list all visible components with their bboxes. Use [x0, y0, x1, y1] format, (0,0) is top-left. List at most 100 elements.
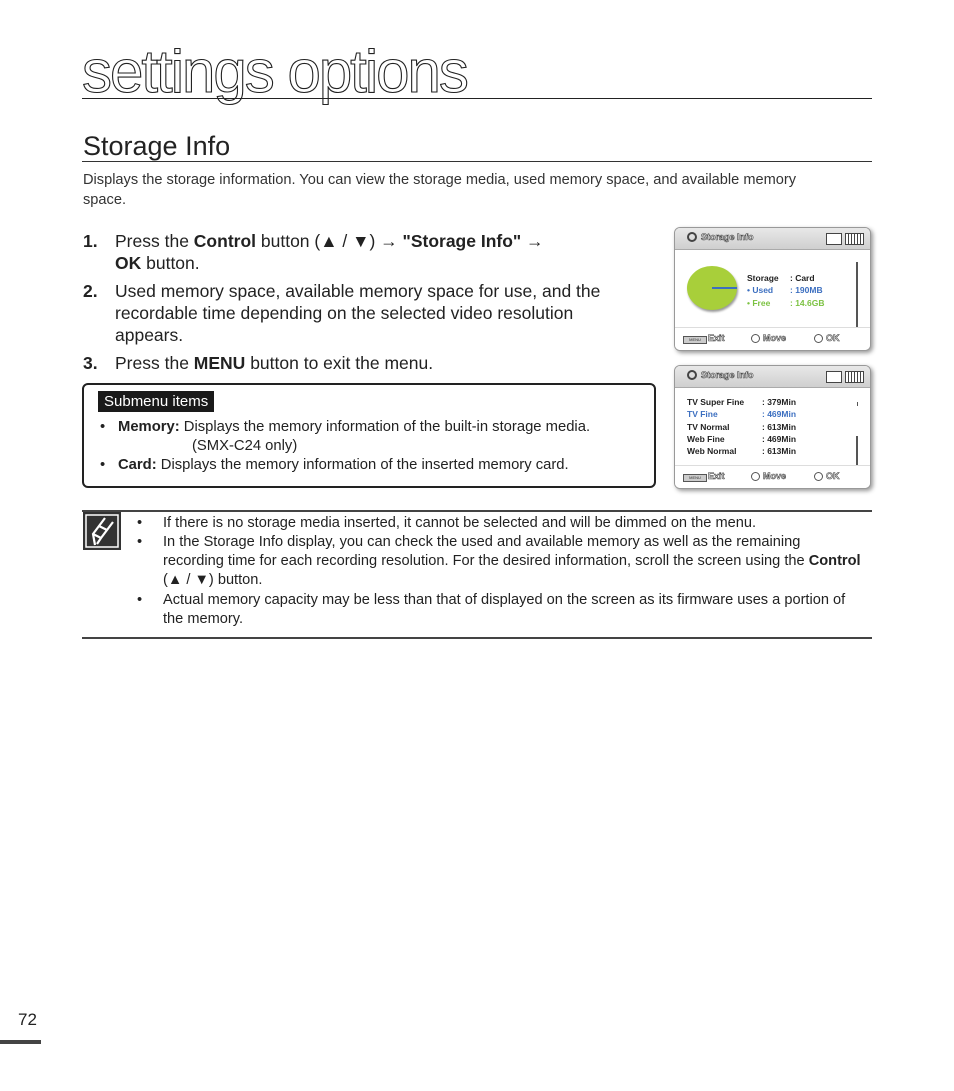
move-label: Move	[763, 333, 787, 344]
pie-used-slice	[712, 287, 737, 289]
note-pencil-icon	[83, 512, 121, 550]
lcd-storage-card: Storage Info Storage : Card • Used : 190MB…	[674, 227, 871, 351]
step-text-part: button (▲ / ▼) →	[256, 231, 403, 251]
step-line: recordable time depending on the selecte…	[115, 303, 574, 323]
section-rule	[82, 161, 872, 162]
note-item: • Actual memory capacity may be less tha…	[137, 591, 857, 631]
step-text-part: Press the	[115, 353, 194, 373]
ok-label: OK	[826, 333, 840, 344]
lcd-header: Storage Info	[675, 228, 870, 250]
lcd-footer: MENU Exit Move OK	[675, 465, 870, 488]
control-move-icon	[751, 472, 760, 481]
exit-label: Exit	[708, 333, 725, 344]
step-1: 1. Press the Control button (▲ / ▼) → "S…	[83, 230, 643, 274]
move-label: Move	[763, 471, 787, 482]
note-item: • In the Storage Info display, you can c…	[137, 533, 861, 591]
submenu-item-card: • Card: Displays the memory information …	[100, 456, 640, 475]
row-label: • Used	[747, 285, 774, 295]
battery-icon	[845, 233, 864, 245]
step-2: 2. Used memory space, available memory s…	[83, 280, 663, 346]
control-move-icon	[751, 334, 760, 343]
lcd-row-storage: Storage : Card	[747, 273, 815, 283]
step-text-bold: Control	[193, 231, 257, 251]
lcd-header: Storage Info	[675, 366, 870, 388]
note-text: Actual memory capacity may be less than …	[163, 592, 846, 628]
row-label: TV Fine	[687, 409, 718, 419]
bullet: •	[137, 534, 143, 550]
page-number: 72	[18, 1010, 37, 1029]
submenu-item-text: Displays the memory information of the i…	[156, 457, 569, 473]
storage-pie-chart	[687, 266, 737, 310]
row-value: : 469Min	[762, 409, 797, 419]
step-text: Press the MENU button to exit the menu.	[115, 352, 433, 374]
bullet: •	[100, 457, 106, 473]
lcd-row-used: • Used : 190MB	[747, 285, 823, 295]
row-value: : Card	[790, 273, 815, 283]
bullet: •	[100, 419, 106, 435]
step-text-bold: MENU	[193, 353, 246, 373]
bullet: •	[137, 592, 143, 608]
submenu-item-name: Card:	[118, 457, 157, 473]
submenu-label: Submenu items	[98, 391, 215, 412]
resolution-row: Web Fine: 469Min	[687, 434, 796, 444]
submenu-item-note: (SMX-C24 only)	[192, 438, 298, 454]
row-label: TV Super Fine	[687, 397, 745, 407]
step-number: 2.	[83, 281, 98, 301]
scrollbar[interactable]	[856, 262, 858, 330]
row-value: : 379Min	[762, 397, 797, 407]
exit-label: Exit	[708, 471, 725, 482]
step-number: 1.	[83, 231, 98, 251]
note-bottom-rule	[82, 637, 872, 639]
resolution-row: TV Fine : 469Min	[687, 409, 796, 419]
step-3: 3. Press the MENU button to exit the men…	[83, 352, 643, 374]
lcd-storage-times: Storage Info TV Super Fine : 379Min TV Fi…	[674, 365, 871, 489]
note-text-part: In the Storage Info display, you can che…	[163, 534, 809, 570]
submenu-item-memory: • Memory: Displays the memory informatio…	[100, 418, 640, 456]
menu-button-icon: MENU	[683, 336, 707, 344]
step-text-bold: OK	[115, 253, 142, 273]
step-number: 3.	[83, 353, 98, 373]
resolution-row: TV Normal: 613Min	[687, 422, 796, 432]
note-text-bold: Control	[808, 553, 861, 570]
submenu-item-body: Memory: Displays the memory information …	[118, 418, 590, 456]
step-line: appears.	[115, 325, 184, 345]
row-value: : 613Min	[762, 446, 797, 456]
gear-icon	[687, 232, 697, 242]
memory-card-icon	[826, 371, 842, 383]
row-label: Storage	[747, 273, 779, 283]
ok-label: OK	[826, 471, 840, 482]
section-heading: Storage Info	[83, 131, 231, 161]
step-text-bold: "Storage Info" →	[402, 231, 544, 251]
scrollbar-track	[857, 402, 858, 406]
page-number-bar	[0, 1040, 41, 1044]
lcd-title: Storage Info	[701, 370, 754, 381]
row-label: • Free	[747, 298, 771, 308]
page-title: settings options	[81, 38, 469, 105]
intro-text: Displays the storage information. You ca…	[83, 172, 797, 208]
lcd-row-free: • Free : 14.6GB	[747, 298, 825, 308]
gear-icon	[687, 370, 697, 380]
submenu-item-text: Displays the memory information of the b…	[179, 419, 591, 435]
note-text: If there is no storage media inserted, i…	[163, 515, 757, 531]
title-rule	[82, 98, 872, 99]
scrollbar[interactable]	[856, 436, 858, 468]
row-label: Web Fine	[687, 434, 725, 444]
step-text: Press the Control button (▲ / ▼) → "Stor…	[115, 230, 544, 274]
submenu-item-body: Card: Displays the memory information of…	[118, 456, 569, 475]
row-value: : 190MB	[790, 285, 823, 295]
step-text-part: button to exit the menu.	[245, 353, 434, 373]
ok-button-icon	[814, 334, 823, 343]
note-text-part: (▲ / ▼) button.	[163, 572, 263, 589]
step-text-part: Press the	[115, 231, 194, 251]
row-value: : 14.6GB	[790, 298, 825, 308]
step-line: Used memory space, available memory spac…	[115, 281, 601, 301]
bullet: •	[137, 515, 143, 531]
menu-button-icon: MENU	[683, 474, 707, 482]
note-text: In the Storage Info display, you can che…	[163, 533, 863, 591]
row-value: : 613Min	[762, 422, 797, 432]
step-text-part: button.	[141, 253, 200, 273]
memory-card-icon	[826, 233, 842, 245]
resolution-row: Web Normal: 613Min	[687, 446, 796, 456]
step-text: Used memory space, available memory spac…	[115, 280, 600, 346]
note-top-rule	[82, 510, 872, 512]
